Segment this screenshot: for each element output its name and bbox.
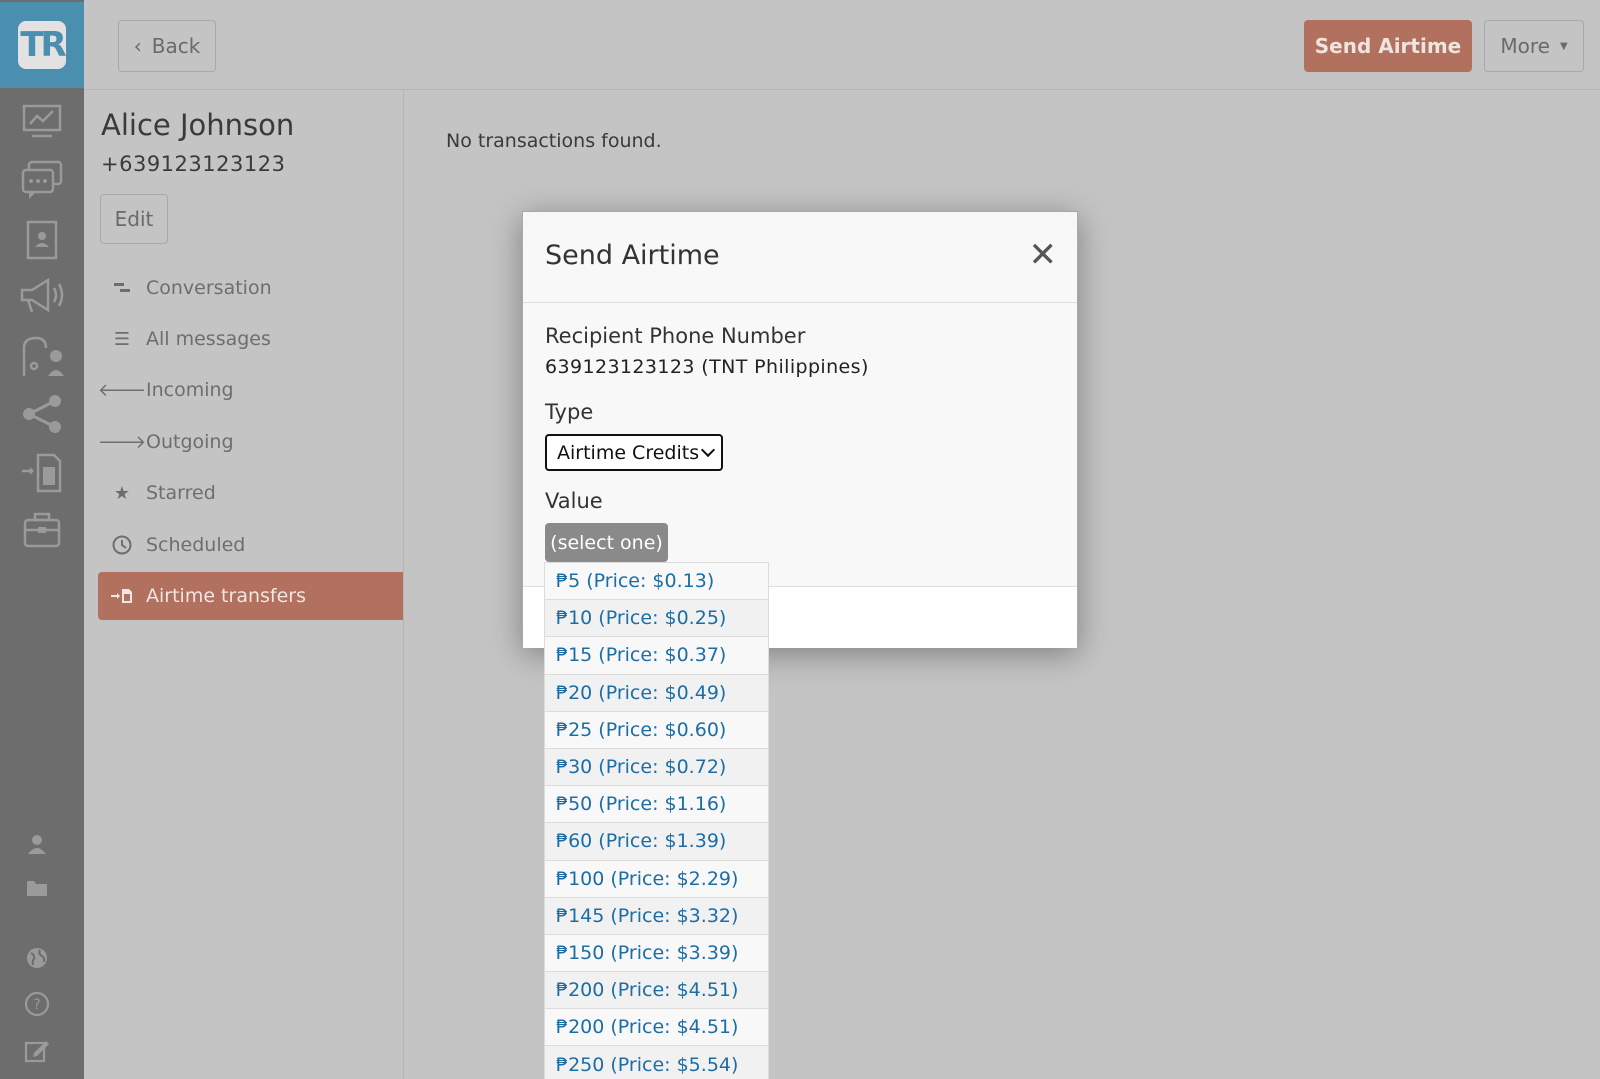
nav-item-label: Scheduled (146, 534, 246, 556)
dropdown-option[interactable]: ₱150 (Price: $3.39) (545, 935, 768, 973)
messages-icon[interactable] (0, 154, 84, 206)
user-icon[interactable] (0, 828, 74, 860)
folder-icon[interactable] (0, 872, 74, 904)
airtime-transfer-icon (98, 588, 146, 604)
dropdown-option[interactable]: ₱25 (Price: $0.60) (545, 712, 768, 749)
type-select-value: Airtime Credits (557, 441, 700, 464)
nav-item-incoming[interactable]: 🡐 Incoming (98, 366, 403, 414)
dropdown-option[interactable]: ₱10 (Price: $0.25) (545, 600, 768, 638)
recipient-value: 639123123123 (TNT Philippines) (545, 356, 869, 378)
dropdown-option[interactable]: ₱100 (Price: $2.29) (545, 861, 768, 898)
logo-mark: TR (18, 21, 67, 69)
globe-icon[interactable] (0, 942, 74, 974)
nav-item-all-messages[interactable]: ☰ All messages (98, 315, 403, 363)
dropdown-option[interactable]: ₱20 (Price: $0.49) (545, 674, 768, 712)
logo[interactable]: TR (0, 2, 84, 88)
list-icon: ☰ (113, 328, 131, 350)
nav-item-conversation[interactable]: Conversation (98, 264, 403, 312)
dropdown-option[interactable]: ₱5 (Price: $0.13) (545, 563, 768, 601)
dropdown-option[interactable]: ₱60 (Price: $1.39) (545, 823, 768, 861)
contact-name: Alice Johnson (101, 108, 295, 142)
more-button-label: More (1500, 34, 1550, 58)
clock-icon (98, 535, 146, 555)
value-select-button[interactable]: (select one) (545, 523, 668, 562)
modal-header: Send Airtime ✕ (523, 212, 1077, 303)
nav-item-label: All messages (146, 328, 271, 350)
value-dropdown: ₱5 (Price: $0.13) ₱10 (Price: $0.25) ₱15… (544, 562, 769, 1079)
arrow-right-icon: 🡒 (97, 431, 147, 453)
dropdown-option[interactable]: ₱200 (Price: $4.51) (545, 1009, 768, 1047)
contact-phone: +639123123123 (101, 152, 286, 176)
campaigns-icon[interactable] (0, 270, 84, 322)
airtime-icon[interactable] (0, 446, 84, 498)
nav-item-airtime-transfers[interactable]: Airtime transfers (98, 572, 403, 620)
nav-item-label: Conversation (146, 277, 272, 299)
modal-title: Send Airtime (545, 240, 720, 271)
nav-item-label: Outgoing (146, 431, 234, 453)
back-button[interactable]: ‹ Back (118, 20, 216, 72)
share-icon[interactable] (0, 388, 84, 440)
type-select[interactable]: Airtime Credits (545, 434, 723, 471)
edit-contact-button[interactable]: Edit (100, 194, 168, 244)
dropdown-option[interactable]: ₱145 (Price: $3.32) (545, 897, 768, 935)
dropdown-option[interactable]: ₱15 (Price: $0.37) (545, 637, 768, 675)
top-bar: ‹ Back Send Airtime More ▼ (84, 0, 1600, 90)
contact-sidebar: Alice Johnson +639123123123 Edit Convers… (84, 90, 404, 1079)
conversation-icon (98, 282, 146, 294)
nav-item-outgoing[interactable]: 🡒 Outgoing (98, 418, 403, 466)
dropdown-option[interactable]: ₱30 (Price: $0.72) (545, 748, 768, 787)
nav-item-label: Incoming (146, 379, 234, 401)
dashboard-icon[interactable] (0, 96, 84, 148)
edit-icon[interactable] (0, 1034, 74, 1066)
recipient-label: Recipient Phone Number (545, 324, 806, 348)
more-button[interactable]: More ▼ (1484, 20, 1584, 72)
type-label: Type (545, 400, 594, 424)
contacts-icon[interactable] (0, 214, 84, 266)
nav-item-starred[interactable]: ★ Starred (98, 469, 403, 517)
value-label: Value (545, 489, 603, 513)
close-icon[interactable]: ✕ (1029, 238, 1058, 272)
caret-down-icon: ▼ (1559, 40, 1568, 52)
nav-item-label: Airtime transfers (146, 585, 306, 607)
empty-transactions-message: No transactions found. (446, 130, 662, 152)
arrow-left-icon: 🡐 (97, 379, 147, 401)
chevron-down-icon (700, 442, 716, 458)
chevron-left-icon: ‹ (133, 34, 142, 58)
svg-text:?: ? (33, 997, 40, 1013)
back-button-label: Back (151, 34, 201, 58)
nav-item-scheduled[interactable]: Scheduled (98, 521, 403, 569)
star-icon: ★ (113, 482, 131, 504)
left-rail: TR ? (0, 0, 84, 1079)
help-icon[interactable]: ? (0, 988, 74, 1020)
jobs-icon[interactable] (0, 504, 84, 556)
flows-icon[interactable] (0, 330, 84, 382)
send-airtime-button[interactable]: Send Airtime (1304, 20, 1472, 72)
dropdown-option[interactable]: ₱50 (Price: $1.16) (545, 786, 768, 824)
dropdown-option[interactable]: ₱200 (Price: $4.51) (545, 972, 768, 1010)
nav-item-label: Starred (146, 482, 216, 504)
dropdown-option[interactable]: ₱250 (Price: $5.54) (545, 1046, 768, 1079)
